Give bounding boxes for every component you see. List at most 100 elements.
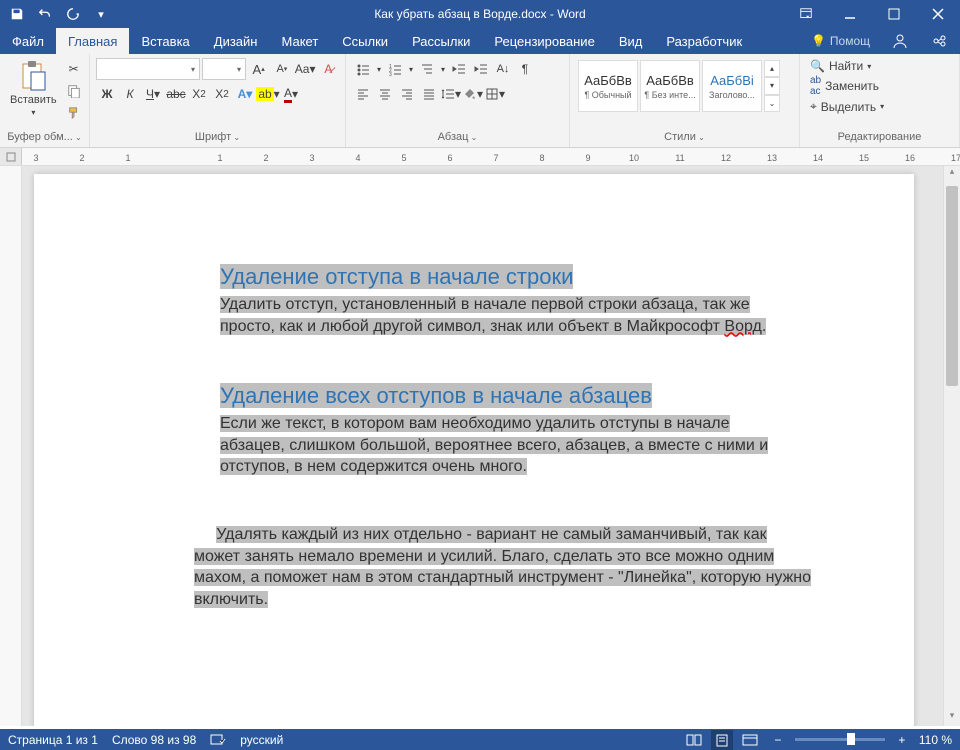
group-label-font: Шрифт <box>94 129 341 145</box>
pilcrow-icon[interactable]: ¶ <box>514 58 536 80</box>
ribbon: Вставить ▾ ✂ Буфер обм... ▾ <box>0 54 960 148</box>
window-title: Как убрать абзац в Ворде.docx - Word <box>374 7 585 21</box>
numbering-icon[interactable]: 123 <box>384 58 406 80</box>
web-layout-icon[interactable] <box>739 730 761 750</box>
paragraph-2[interactable]: Если же текст, в котором вам необходимо … <box>220 413 854 478</box>
align-center-icon[interactable] <box>374 83 396 105</box>
zoom-in-icon[interactable]: + <box>891 730 913 750</box>
zoom-slider[interactable] <box>795 738 885 741</box>
superscript-button[interactable]: X2 <box>211 83 233 105</box>
increase-indent-icon[interactable] <box>470 58 492 80</box>
sort-icon[interactable]: A↓ <box>492 58 514 80</box>
ribbon-options-icon[interactable] <box>784 1 828 27</box>
heading-1[interactable]: Удаление отступа в начале строки <box>220 264 854 290</box>
subscript-button[interactable]: X2 <box>188 83 210 105</box>
replace-button[interactable]: abac Заменить <box>806 74 883 98</box>
read-mode-icon[interactable] <box>683 730 705 750</box>
text-effects-icon[interactable]: A▾ <box>234 83 256 105</box>
account-icon[interactable] <box>880 33 920 49</box>
print-layout-icon[interactable] <box>711 730 733 750</box>
tab-file[interactable]: Файл <box>0 28 56 54</box>
bold-button[interactable]: Ж <box>96 83 118 105</box>
svg-text:3: 3 <box>389 72 392 76</box>
format-painter-icon[interactable] <box>63 102 85 124</box>
share-icon[interactable] <box>920 33 960 49</box>
font-color-icon[interactable]: A▾ <box>280 83 302 105</box>
undo-icon[interactable] <box>32 1 58 27</box>
paragraph-3[interactable]: Удалять каждый из них отдельно - вариант… <box>194 524 854 610</box>
zoom-level[interactable]: 110 % <box>919 733 952 747</box>
qat-customize-icon[interactable]: ▾ <box>88 1 114 27</box>
chevron-down-icon[interactable]: ▾ <box>438 58 448 80</box>
shrink-font-icon[interactable]: A▾ <box>271 58 292 80</box>
heading-2[interactable]: Удаление всех отступов в начале абзацев <box>220 383 854 409</box>
highlight-icon[interactable]: ab▾ <box>257 83 279 105</box>
expand-gallery-icon[interactable]: ⌄ <box>764 95 780 112</box>
bullets-icon[interactable] <box>352 58 374 80</box>
align-right-icon[interactable] <box>396 83 418 105</box>
chevron-down-icon[interactable]: ▾ <box>374 58 384 80</box>
tell-me[interactable]: 💡 Помощ <box>801 34 880 48</box>
style-no-spacing[interactable]: АаБбВв ¶ Без инте... <box>640 60 700 112</box>
status-language[interactable]: русский <box>240 733 283 747</box>
tab-view[interactable]: Вид <box>607 28 655 54</box>
close-icon[interactable] <box>916 1 960 27</box>
tab-home[interactable]: Главная <box>56 28 129 54</box>
tab-design[interactable]: Дизайн <box>202 28 270 54</box>
paragraph-1[interactable]: Удалить отступ, установленный в начале п… <box>220 294 854 337</box>
borders-icon[interactable]: ▾ <box>484 83 506 105</box>
font-name-box[interactable]: ▾ <box>96 58 200 80</box>
multilevel-icon[interactable] <box>416 58 438 80</box>
tab-references[interactable]: Ссылки <box>330 28 400 54</box>
style-gallery-scroll[interactable]: ▴ ▾ ⌄ <box>764 60 780 112</box>
scroll-thumb[interactable] <box>946 186 958 386</box>
page[interactable]: Удаление отступа в начале строки Удалить… <box>34 174 914 726</box>
ruler-vertical[interactable] <box>0 166 22 726</box>
decrease-indent-icon[interactable] <box>448 58 470 80</box>
font-size-box[interactable]: ▾ <box>202 58 246 80</box>
maximize-icon[interactable] <box>872 1 916 27</box>
chevron-down-icon[interactable]: ▾ <box>406 58 416 80</box>
document-area[interactable]: Удаление отступа в начале строки Удалить… <box>22 166 943 726</box>
minimize-icon[interactable] <box>828 1 872 27</box>
italic-button[interactable]: К <box>119 83 141 105</box>
tab-layout[interactable]: Макет <box>269 28 330 54</box>
grow-font-icon[interactable]: A▴ <box>248 58 269 80</box>
tell-me-label: Помощ <box>830 34 870 48</box>
style-heading1[interactable]: АаБбВі Заголово... <box>702 60 762 112</box>
status-words[interactable]: Слово 98 из 98 <box>112 733 196 747</box>
group-font: ▾ ▾ A▴ A▾ Aa▾ A̷ Ж К Ч▾ abc X2 X2 A▾ ab▾ <box>90 54 346 147</box>
zoom-out-icon[interactable]: − <box>767 730 789 750</box>
align-left-icon[interactable] <box>352 83 374 105</box>
shading-icon[interactable]: ▾ <box>462 83 484 105</box>
spellcheck-icon[interactable] <box>210 733 226 747</box>
change-case-icon[interactable]: Aa▾ <box>295 58 316 80</box>
justify-icon[interactable] <box>418 83 440 105</box>
ruler-horizontal[interactable]: 3211234567891011121314151617 <box>0 148 960 166</box>
clear-format-icon[interactable]: A̷ <box>318 58 339 80</box>
zoom-thumb[interactable] <box>847 733 855 745</box>
style-normal[interactable]: АаБбВв ¶ Обычный <box>578 60 638 112</box>
save-icon[interactable] <box>4 1 30 27</box>
strike-button[interactable]: abc <box>165 83 187 105</box>
scroll-down-icon[interactable]: ▾ <box>764 77 780 94</box>
tab-developer[interactable]: Разработчик <box>654 28 754 54</box>
select-button[interactable]: ⌖ Выделить ▾ <box>806 98 888 115</box>
line-spacing-icon[interactable]: ▾ <box>440 83 462 105</box>
cursor-icon: ⌖ <box>810 99 817 114</box>
scroll-up-icon[interactable]: ▴ <box>764 60 780 77</box>
chevron-down-icon[interactable]: ▾ <box>187 65 199 74</box>
ribbon-tabs: Файл Главная Вставка Дизайн Макет Ссылки… <box>0 28 960 54</box>
tab-mailings[interactable]: Рассылки <box>400 28 482 54</box>
scrollbar-vertical[interactable]: ▴ ▾ <box>943 166 960 726</box>
underline-button[interactable]: Ч▾ <box>142 83 164 105</box>
chevron-down-icon[interactable]: ▾ <box>233 65 245 74</box>
find-button[interactable]: 🔍 Найти ▾ <box>806 58 875 74</box>
paste-button[interactable]: Вставить ▾ <box>6 58 61 119</box>
copy-icon[interactable] <box>63 80 85 102</box>
status-page[interactable]: Страница 1 из 1 <box>8 733 98 747</box>
tab-review[interactable]: Рецензирование <box>482 28 606 54</box>
tab-insert[interactable]: Вставка <box>129 28 201 54</box>
redo-icon[interactable] <box>60 1 86 27</box>
cut-icon[interactable]: ✂ <box>63 58 85 80</box>
